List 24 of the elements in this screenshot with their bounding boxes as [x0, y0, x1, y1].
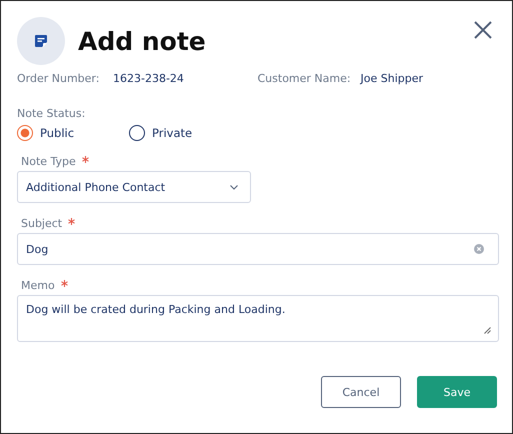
dialog-title: Add note: [78, 26, 207, 56]
subject-input[interactable]: Dog: [17, 233, 499, 265]
clear-icon: [474, 244, 484, 254]
memo-textarea[interactable]: Dog will be crated during Packing and Loading.: [17, 295, 499, 342]
cancel-button[interactable]: Cancel: [321, 376, 401, 408]
resize-handle-icon: [484, 327, 491, 334]
radio-option[interactable]: Public: [17, 125, 129, 141]
note-type-dropdown[interactable]: Additional Phone Contact: [17, 171, 251, 203]
save-button[interactable]: Save: [417, 376, 497, 408]
close-icon: [474, 21, 492, 39]
radio-button[interactable]: [17, 125, 33, 141]
info-label: Customer Name:: [258, 72, 352, 85]
field-label: Note Status:: [17, 107, 86, 120]
field-label: Subject: [21, 217, 62, 230]
radio-option[interactable]: Private: [129, 125, 241, 141]
chevron-down-icon: [230, 184, 238, 190]
close-button[interactable]: [474, 21, 492, 39]
field-label: Note Type: [21, 155, 76, 168]
info-value: Joe Shipper: [360, 72, 424, 85]
note-icon: [35, 35, 47, 47]
info-value: 1623-238-24: [113, 72, 184, 85]
info-label: Order Number:: [17, 72, 100, 85]
field-label: Memo: [21, 279, 55, 292]
radio-button[interactable]: [129, 125, 145, 141]
